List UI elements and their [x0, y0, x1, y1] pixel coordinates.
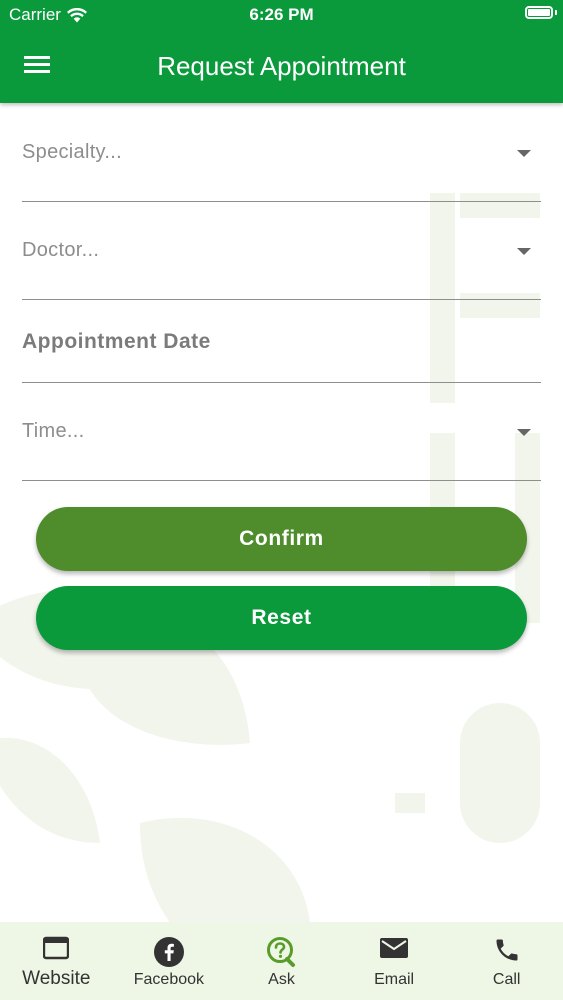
battery-icon [525, 6, 553, 19]
facebook-icon [153, 937, 184, 967]
status-time: 6:26 PM [249, 5, 314, 24]
phone-icon [496, 939, 518, 961]
specialty-select[interactable]: Specialty... [22, 103, 541, 202]
tab-website-label: Website [22, 968, 91, 989]
chevron-down-icon [517, 150, 531, 157]
tab-call-label: Call [492, 971, 521, 988]
doctor-select[interactable]: Doctor... [22, 202, 541, 300]
battery-level [528, 9, 550, 16]
appointment-form: Specialty... Doctor... Appointment Date … [22, 103, 541, 481]
time-select[interactable]: Time... [22, 383, 541, 481]
battery-tip [555, 10, 557, 15]
reset-button[interactable]: Reset [36, 586, 527, 650]
confirm-button[interactable]: Confirm [36, 507, 527, 571]
chevron-down-icon [517, 429, 531, 436]
envelope-icon [380, 938, 409, 958]
appointment-date-field[interactable]: Appointment Date [22, 300, 541, 383]
specialty-placeholder: Specialty... [22, 141, 122, 163]
tab-ask-label: Ask [268, 971, 295, 988]
page-title: Request Appointment [157, 51, 406, 81]
browser-window-icon [43, 936, 70, 960]
tab-email-label: Email [374, 971, 415, 988]
tab-ask[interactable]: Ask [225, 922, 338, 1000]
doctor-placeholder: Doctor... [22, 239, 100, 261]
status-bar: Carrier 6:26 PM [0, 0, 563, 30]
tab-facebook[interactable]: Facebook [113, 922, 226, 1000]
appointment-date-label: Appointment Date [22, 330, 211, 353]
tab-call[interactable]: Call [450, 922, 563, 1000]
tab-facebook-label: Facebook [133, 971, 205, 988]
app-header: Carrier 6:26 PM Request Appointment [0, 0, 563, 103]
chevron-down-icon [517, 248, 531, 255]
time-placeholder: Time... [22, 420, 85, 442]
tab-website[interactable]: Website [0, 922, 113, 1000]
question-bubble-icon [267, 937, 296, 967]
bottom-tab-bar: Website Facebook Ask Email Call [0, 922, 563, 1000]
tab-email[interactable]: Email [338, 922, 451, 1000]
